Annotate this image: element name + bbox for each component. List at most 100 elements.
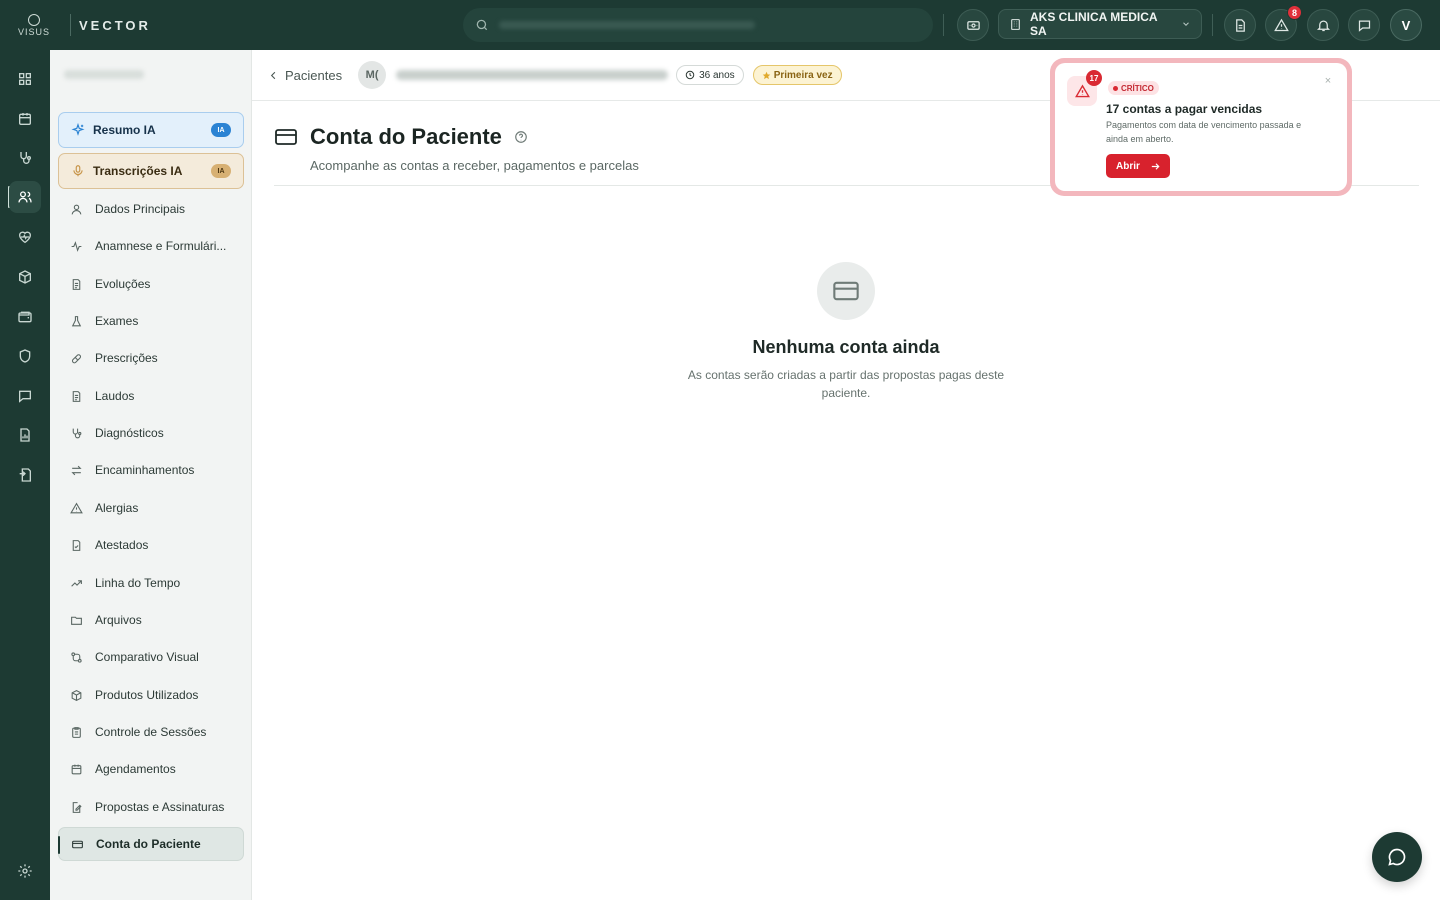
sidebar-item-produtos-utilizados[interactable]: Produtos Utilizados: [58, 678, 244, 712]
sidebar-item-alergias[interactable]: Alergias: [58, 491, 244, 525]
sidebar-item-label: Propostas e Assinaturas: [95, 800, 225, 814]
sidebar-item-dados-principais[interactable]: Dados Principais: [58, 192, 244, 226]
app-name: VECTOR: [79, 17, 151, 33]
global-search[interactable]: [463, 8, 933, 42]
sidebar-item-resumo-ia[interactable]: Resumo IA IA: [58, 112, 244, 148]
sidebar-item-prescricoes[interactable]: Prescrições: [58, 341, 244, 375]
compare-icon: [70, 651, 83, 664]
warning-icon: [70, 502, 83, 515]
activity-icon: [70, 240, 83, 253]
patient-name-redacted: [396, 70, 669, 80]
sidebar-item-label: Anamnese e Formulári...: [95, 239, 227, 253]
clinic-selector[interactable]: AKS CLINICA MEDICA SA: [998, 9, 1202, 39]
rail-reports[interactable]: [9, 419, 41, 451]
user-icon: [70, 203, 83, 216]
stethoscope-icon: [17, 150, 33, 166]
rail-patients[interactable]: [9, 181, 41, 213]
sidebar-item-label: Comparativo Visual: [95, 650, 199, 664]
logo-mark-icon: [28, 13, 40, 26]
help-icon[interactable]: [514, 130, 528, 144]
rail-calendar[interactable]: [9, 103, 41, 135]
sidebar-item-label: Dados Principais: [95, 202, 186, 216]
sidebar-item-label: Atestados: [95, 538, 149, 552]
sidebar-item-controle-de-sessoes[interactable]: Controle de Sessões: [58, 715, 244, 749]
rail-clinical[interactable]: [9, 142, 41, 174]
severity-label: CRÍTICO: [1121, 83, 1154, 93]
sidebar-item-agendamentos[interactable]: Agendamentos: [58, 752, 244, 786]
sidebar-item-label: Encaminhamentos: [95, 463, 195, 477]
messages-button[interactable]: [1348, 9, 1380, 41]
rail-documents[interactable]: [9, 459, 41, 491]
documents-button[interactable]: [1224, 9, 1256, 41]
rail-settings[interactable]: [9, 855, 41, 887]
sidebar-item-encaminhamentos[interactable]: Encaminhamentos: [58, 453, 244, 487]
file-signature-icon: [70, 801, 83, 814]
credit-card-icon: [274, 125, 298, 149]
sidebar-item-conta-do-paciente[interactable]: Conta do Paciente: [58, 827, 244, 861]
top-bar: VISUS VECTOR AKS CLINICA MEDICA SA 8 V: [0, 0, 1440, 50]
brand-divider: [70, 14, 71, 36]
page-title: Conta do Paciente: [310, 124, 502, 149]
sidebar-item-label: Agendamentos: [95, 762, 176, 776]
clipboard-icon: [70, 726, 83, 739]
document-icon: [1233, 18, 1248, 33]
sidebar-item-diagnosticos[interactable]: Diagnósticos: [58, 416, 244, 450]
users-icon: [17, 189, 33, 205]
rail-inventory[interactable]: [9, 261, 41, 293]
sparkles-icon: [71, 123, 85, 137]
report-icon: [17, 427, 33, 443]
sidebar-item-laudos[interactable]: Laudos: [58, 379, 244, 413]
sidebar-item-comparativo-visual[interactable]: Comparativo Visual: [58, 640, 244, 674]
cashier-button[interactable]: [957, 9, 989, 41]
open-alert-button[interactable]: Abrir: [1106, 154, 1170, 178]
sidebar-item-atestados[interactable]: Atestados: [58, 528, 244, 562]
rail-health[interactable]: [9, 221, 41, 253]
grid-icon: [17, 71, 33, 87]
chat-fab-button[interactable]: [1372, 832, 1422, 882]
file-check-icon: [70, 539, 83, 552]
microphone-icon: [71, 164, 85, 178]
alert-description: Pagamentos com data de vencimento passad…: [1106, 120, 1302, 144]
heart-pulse-icon: [17, 229, 33, 245]
warning-icon: [1273, 18, 1289, 33]
empty-state-description: As contas serão criadas a partir das pro…: [687, 368, 1005, 400]
shield-icon: [17, 348, 33, 364]
box-icon: [17, 269, 33, 285]
sidebar-item-evolucoes[interactable]: Evoluções: [58, 267, 244, 301]
patient-sidebar: Resumo IA IA Transcrições IA IA Dados Pr…: [50, 50, 252, 900]
stethoscope-icon: [70, 427, 83, 440]
visus-logo[interactable]: VISUS: [0, 0, 68, 50]
sidebar-item-label: Exames: [95, 314, 139, 328]
sidebar-item-anamnese[interactable]: Anamnese e Formulári...: [58, 229, 244, 263]
file-transfer-icon: [17, 467, 33, 483]
sidebar-item-label: Diagnósticos: [95, 426, 164, 440]
sidebar-item-exames[interactable]: Exames: [58, 304, 244, 338]
clock-icon: [685, 70, 695, 80]
sidebar-item-linha-do-tempo[interactable]: Linha do Tempo: [58, 566, 244, 600]
sidebar-item-arquivos[interactable]: Arquivos: [58, 603, 244, 637]
pill-icon: [70, 352, 83, 365]
sidebar-item-propostas[interactable]: Propostas e Assinaturas: [58, 790, 244, 824]
sidebar-item-transcricoes-ia[interactable]: Transcrições IA IA: [58, 153, 244, 189]
alerts-button[interactable]: 8: [1265, 5, 1302, 41]
gear-icon: [17, 863, 33, 879]
arrow-right-icon: [1150, 161, 1161, 172]
sidebar-item-label: Resumo IA: [93, 123, 156, 137]
sidebar-heading-redacted: [64, 70, 144, 79]
rail-chat[interactable]: [9, 380, 41, 412]
breadcrumb-back[interactable]: Pacientes: [268, 68, 342, 83]
rail-dashboard[interactable]: [9, 63, 41, 95]
first-visit-label: Primeira vez: [773, 69, 833, 81]
warning-icon: [1074, 84, 1090, 99]
rail-security[interactable]: [9, 340, 41, 372]
close-icon[interactable]: ×: [1322, 75, 1334, 87]
clinic-name: AKS CLINICA MEDICA SA: [1030, 10, 1158, 38]
alert-card: 17 CRÍTICO × 17 contas a pagar vencidas …: [1055, 63, 1347, 191]
ia-badge: IA: [211, 123, 231, 137]
calendar-icon: [70, 763, 83, 776]
user-avatar[interactable]: V: [1390, 9, 1422, 41]
sidebar-item-label: Evoluções: [95, 277, 151, 291]
rail-finance[interactable]: [9, 301, 41, 333]
notifications-button[interactable]: [1307, 9, 1339, 41]
file-text-icon: [70, 278, 83, 291]
